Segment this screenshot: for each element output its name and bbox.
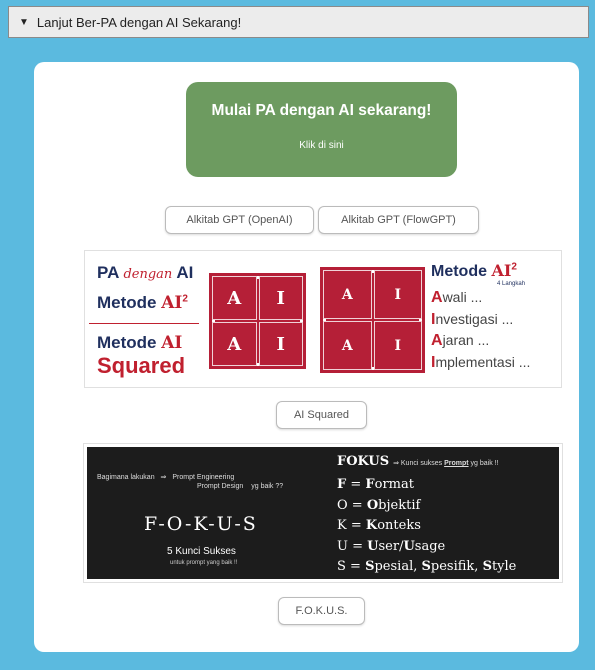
row-bold: K [365, 518, 378, 533]
grid-i: I [373, 270, 422, 319]
right-ai: AI [491, 261, 512, 280]
fokus-header: FOKUS ⇒ Kunci sukses Prompt yg baik !! [337, 454, 499, 469]
kunci-text: 5 Kunci Sukses [167, 546, 236, 557]
row-bold: O [366, 497, 379, 513]
arrow-icon: ⇒ [160, 474, 167, 481]
metode-ai-squared: Metode AI [97, 333, 182, 353]
pa-dengan-ai: PA dengan AI [97, 263, 193, 283]
triangle-down-icon: ▼ [19, 16, 29, 28]
accordion-title: Lanjut Ber-PA dengan AI Sekarang! [36, 14, 242, 30]
fokus-button[interactable]: F.O.K.U.S. [278, 597, 365, 625]
alkitab-openai-button[interactable]: Alkitab GPT (OpenAI) [165, 206, 314, 234]
fokus-row: U = User/Usage [337, 538, 446, 554]
grid-i: I [258, 276, 303, 320]
q-right3: yg baik ?? [251, 483, 284, 490]
grid-i: I [258, 322, 303, 366]
step-item: Investigasi ... [431, 309, 530, 331]
accordion-header[interactable]: ▼ Lanjut Ber-PA dengan AI Sekarang! [8, 6, 589, 38]
divider [89, 323, 199, 324]
row-bold: F [365, 477, 375, 492]
head-note-pre: ⇒ Kunci sukses [393, 460, 443, 467]
step-item: Ajaran ... [431, 330, 530, 352]
fokus-row: K = Konteks [337, 518, 421, 533]
alkitab-flowgpt-button[interactable]: Alkitab GPT (FlowGPT) [318, 206, 479, 234]
cta-title: Mulai PA dengan AI sekarang! [211, 102, 432, 119]
pa-text: PA [97, 263, 119, 282]
ai-squared-button[interactable]: AI Squared [276, 401, 367, 429]
row-rest: onteks [377, 518, 421, 533]
head-note-post: yg baik !! [470, 460, 499, 467]
fokus-card[interactable]: Bagimana lakukan ⇒ Prompt Engineering Pr… [83, 443, 563, 583]
step-rest: mplementasi ... [435, 353, 531, 370]
grid-i: I [373, 321, 422, 370]
row-bold-2: U [403, 538, 415, 554]
grid-a: A [323, 270, 372, 319]
fokus-row: F = Format [337, 477, 414, 492]
row-bold: U [367, 538, 379, 554]
step-rest: wali ... [442, 289, 483, 305]
step-letter: A [431, 289, 443, 306]
row-key: O [337, 497, 348, 513]
dengan-text: dengan [123, 267, 173, 282]
grid-a: A [323, 321, 372, 370]
steps-list: Awali ... Investigasi ... Ajaran ... Imp… [431, 287, 530, 373]
cta-subtitle: Klik di sini [299, 140, 344, 151]
ai2-text: AI [161, 293, 183, 313]
row-key: K [337, 518, 347, 533]
right-sup: 2 [511, 261, 517, 273]
q-right2: Prompt Design [197, 483, 244, 490]
sup-text: 2 [182, 293, 188, 305]
fokus-question-left: Bagimana lakukan ⇒ Prompt Engineering [97, 473, 234, 481]
content-panel: Mulai PA dengan AI sekarang! Klik di sin… [34, 62, 579, 652]
ai-grid-logo-left: A I A I [209, 273, 306, 369]
fokus-word: F-O-K-U-S [144, 513, 258, 535]
step-rest: nvestigasi ... [435, 310, 514, 327]
fokus-row: O = Objektif [337, 497, 421, 513]
row-rest: bjektif [378, 497, 421, 513]
step-item: Implementasi ... [431, 352, 530, 374]
step-letter: A [431, 332, 443, 349]
row-bold-3: S [482, 559, 492, 574]
ai-squared-card[interactable]: PA dengan AI Metode AI2 Metode AI Square… [84, 250, 562, 388]
fokus-head: FOKUS [337, 454, 390, 469]
row-bold-2: S [421, 559, 431, 574]
metode-ai2-right: Metode AI2 [431, 261, 517, 281]
row-rest-2: sage [414, 538, 446, 554]
row-rest: pesial, [374, 559, 422, 574]
metode-ai2-left: Metode AI2 [97, 293, 188, 313]
right-metode: Metode [431, 263, 487, 280]
metode-text-2: Metode [97, 333, 157, 352]
untuk-text: untuk prompt yang baik !! [170, 560, 238, 566]
row-key: F [337, 477, 347, 492]
start-pa-button[interactable]: Mulai PA dengan AI sekarang! Klik di sin… [186, 82, 457, 177]
step-item: Awali ... [431, 287, 530, 309]
ai-text: AI [176, 263, 194, 282]
q-left: Bagimana lakukan [97, 474, 155, 481]
row-key: U [337, 538, 348, 554]
head-note-u: Prompt [444, 460, 469, 467]
grid-a: A [212, 276, 257, 320]
fokus-row: S = Spesial, Spesifik, Style [337, 559, 517, 574]
row-rest: ser/ [378, 538, 404, 554]
squared-text: Squared [97, 353, 186, 378]
ai-grid-logo-right: A I A I [320, 267, 425, 373]
row-rest-2: pesifik, [430, 559, 483, 574]
fokus-question-right: Prompt Design yg baik ?? [197, 483, 283, 490]
fokus-rows: F = Format O = Objektif K = Konteks U = … [337, 475, 516, 578]
q-right1: Prompt Engineering [172, 474, 235, 481]
row-key: S [337, 559, 346, 574]
row-rest: ormat [374, 477, 414, 492]
step-rest: jaran ... [442, 332, 490, 348]
ai-text-2: AI [161, 333, 183, 353]
fokus-dark-bg: Bagimana lakukan ⇒ Prompt Engineering Pr… [87, 447, 559, 579]
metode-text: Metode [97, 293, 157, 312]
row-rest-3: tyle [491, 559, 517, 574]
grid-a: A [212, 322, 257, 366]
